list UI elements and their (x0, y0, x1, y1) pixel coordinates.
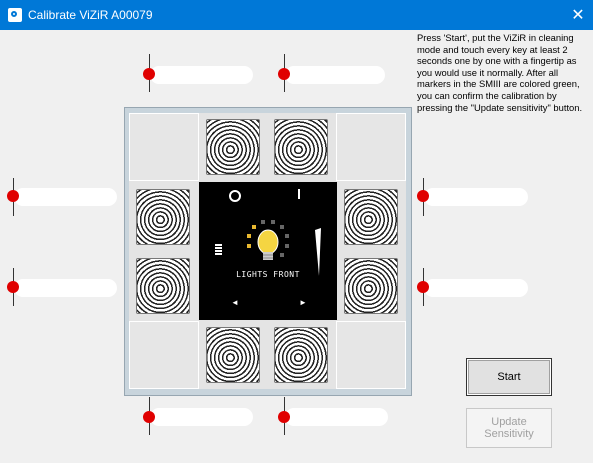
window-title: Calibrate ViZiR A00079 (28, 8, 153, 22)
left-arrow-icon: ◄ (231, 298, 239, 307)
fingerprint-key-left-1[interactable] (136, 189, 190, 245)
title-bar: Calibrate ViZiR A00079 ✕ (0, 0, 593, 30)
fingerprint-key-bottom-2[interactable] (274, 327, 328, 383)
fingerprint-key-right-2[interactable] (344, 258, 398, 314)
level-indicator-icon (315, 228, 321, 276)
device-display: LIGHTS FRONT ◄ ► (199, 182, 337, 320)
start-button[interactable]: Start (466, 358, 552, 396)
right-arrow-icon: ► (299, 298, 307, 307)
corner-key-top-right (336, 113, 406, 181)
close-icon[interactable]: ✕ (563, 0, 593, 30)
instructions-text: Press 'Start', put the ViZiR in cleaning… (417, 32, 583, 113)
corner-key-top-left (129, 113, 199, 181)
fingerprint-key-left-2[interactable] (136, 258, 190, 314)
lightbulb-icon (247, 220, 321, 276)
calibrate-window: Calibrate ViZiR A00079 ✕ Press 'Start', … (0, 0, 593, 463)
update-sensitivity-button[interactable]: Update Sensitivity (466, 408, 552, 448)
fingerprint-key-top-2[interactable] (274, 119, 328, 175)
fingerprint-key-top-1[interactable] (206, 119, 260, 175)
fingerprint-key-right-1[interactable] (344, 189, 398, 245)
corner-key-bottom-right (336, 321, 406, 389)
screen-label: LIGHTS FRONT (236, 270, 300, 279)
corner-key-bottom-left (129, 321, 199, 389)
app-icon (8, 8, 22, 22)
fingerprint-key-bottom-1[interactable] (206, 327, 260, 383)
